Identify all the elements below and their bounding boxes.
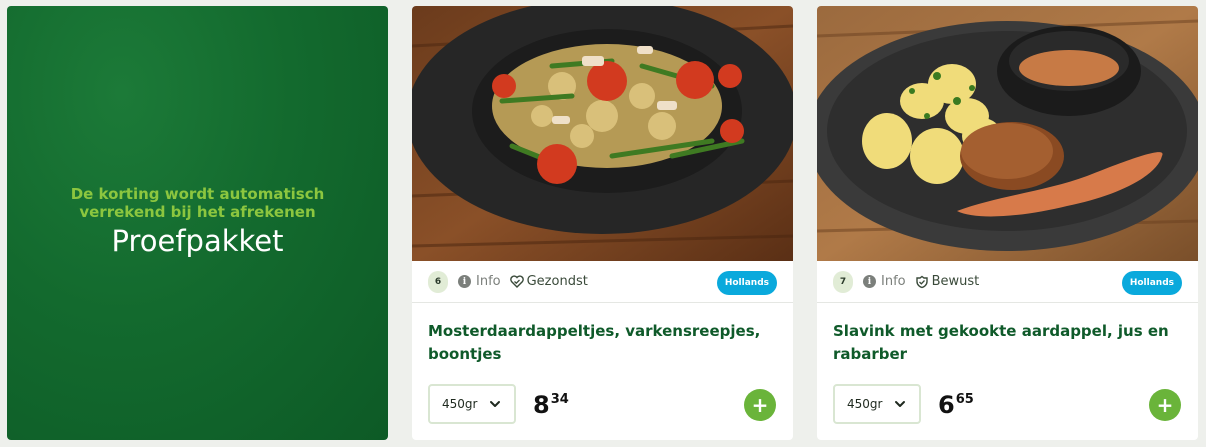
product-photo[interactable] [817,6,1198,261]
price: 665 [938,390,974,420]
product-meta: 7 i Info Bewust Hollands [817,261,1198,303]
product-photo[interactable] [412,6,793,261]
info-link[interactable]: i Info [458,274,501,289]
price-integer: 6 [938,391,955,419]
info-label: Info [881,274,906,289]
weight-select[interactable]: 450gr [833,384,921,424]
health-tag: Bewust [915,274,980,289]
cuisine-badge: Hollands [1121,271,1182,295]
product-number-badge: 6 [428,270,448,293]
food-image [817,6,1198,261]
product-meta: 6 i Info Gezondst Hollands [412,261,793,303]
leaf-check-icon [915,275,928,288]
product-number-badge: 7 [833,270,853,293]
add-to-cart-button[interactable]: + [1149,389,1181,421]
health-tag: Gezondst [509,274,588,289]
food-image [412,6,793,261]
add-to-cart-button[interactable]: + [744,389,776,421]
price-integer: 8 [533,391,550,419]
health-tag-label: Bewust [931,274,980,289]
product-title[interactable]: Mosterdaardappeltjes, varkensreepjes, bo… [428,320,773,366]
price: 834 [533,390,569,420]
promo-subtitle: De korting wordt automatisch verrekend b… [70,185,325,221]
promo-panel: De korting wordt automatisch verrekend b… [7,6,388,440]
chevron-down-icon [895,401,905,407]
info-link[interactable]: i Info [863,274,906,289]
weight-value: 450gr [847,397,883,411]
info-icon: i [458,275,471,288]
health-tag-label: Gezondst [526,274,588,289]
price-decimal: 65 [955,392,974,407]
product-card[interactable]: 7 i Info Bewust Hollands Slavink met gek… [817,6,1198,440]
cuisine-badge: Hollands [716,271,777,295]
product-card[interactable]: 6 i Info Gezondst Hollands Mosterdaardap… [412,6,793,440]
heart-check-icon [509,275,524,288]
chevron-down-icon [490,401,500,407]
weight-select[interactable]: 450gr [428,384,516,424]
promo-title: Proefpakket [111,224,284,258]
info-label: Info [476,274,501,289]
info-icon: i [863,275,876,288]
price-decimal: 34 [550,392,569,407]
weight-value: 450gr [442,397,478,411]
product-title[interactable]: Slavink met gekookte aardappel, jus en r… [833,320,1178,366]
